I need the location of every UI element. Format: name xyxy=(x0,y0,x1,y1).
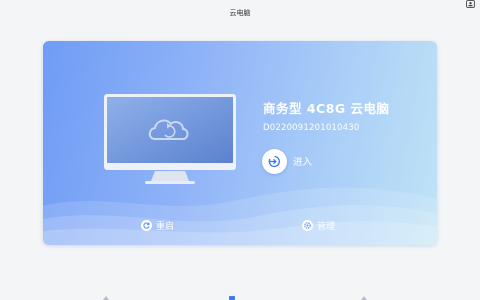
bottom-nav-marker-left xyxy=(103,296,109,300)
window-title: 云电脑 xyxy=(229,9,251,17)
enter-button[interactable]: 进入 xyxy=(262,148,312,174)
restart-icon xyxy=(141,219,152,231)
user-icon[interactable] xyxy=(466,0,475,8)
restart-label: 重启 xyxy=(156,221,175,232)
bottom-nav-marker-right xyxy=(361,296,367,300)
gear-icon xyxy=(302,219,313,231)
enter-icon xyxy=(268,155,280,167)
monitor-illustration xyxy=(104,94,236,184)
manage-button[interactable]: 管理 xyxy=(302,218,335,232)
device-name: 商务型 4C8G 云电脑 xyxy=(263,101,390,116)
cloud-pc-card: 商务型 4C8G 云电脑 D0220091201010430 进入 重启 管理 xyxy=(43,41,437,245)
manage-label: 管理 xyxy=(317,221,336,232)
device-serial: D0220091201010430 xyxy=(263,123,360,133)
enter-icon-circle[interactable] xyxy=(262,148,287,174)
device-info: 商务型 4C8G 云电脑 D0220091201010430 xyxy=(263,98,390,133)
enter-label: 进入 xyxy=(293,157,313,168)
title-bar: 云电脑 xyxy=(0,0,480,17)
bottom-nav-marker-center xyxy=(229,296,235,300)
restart-button[interactable]: 重启 xyxy=(141,218,174,232)
